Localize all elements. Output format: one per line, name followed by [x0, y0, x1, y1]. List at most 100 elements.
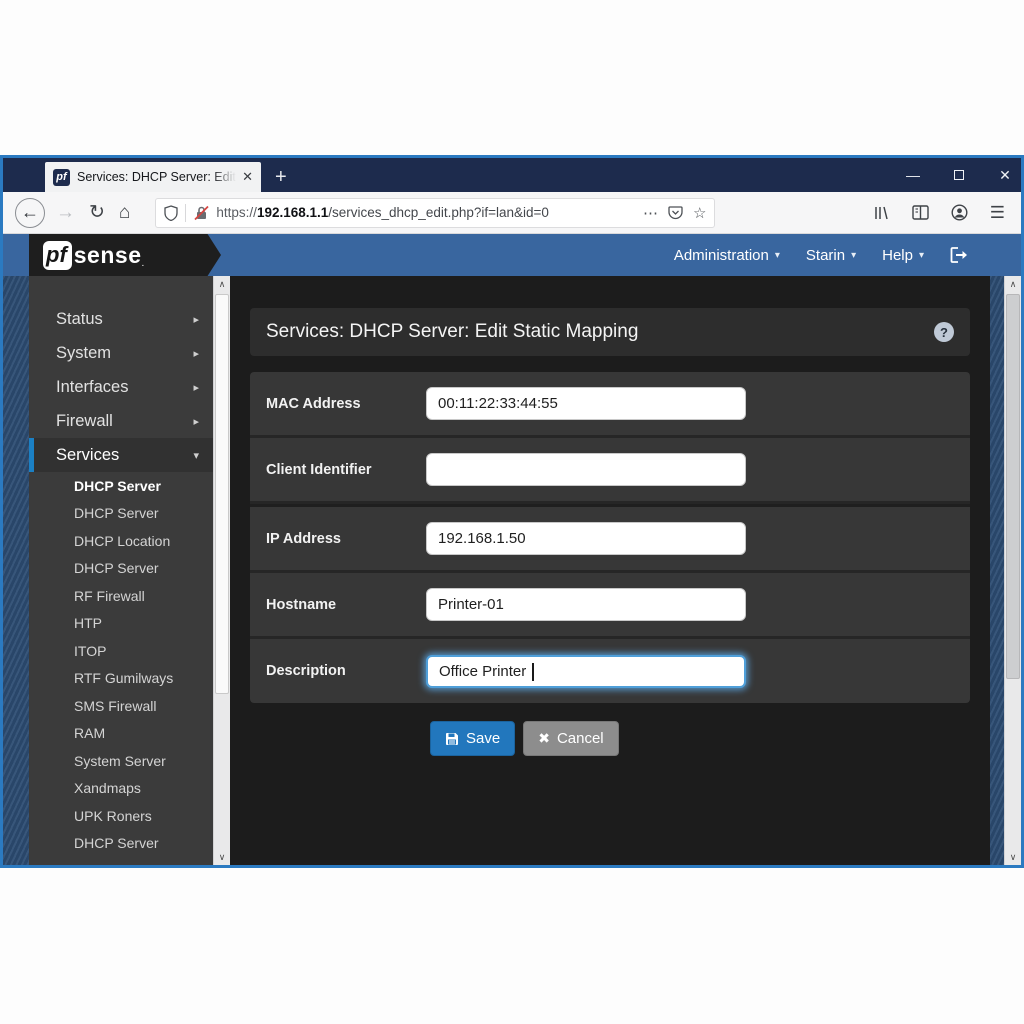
client-identifier-input[interactable] — [426, 453, 746, 486]
chevron-down-icon: ▾ — [851, 250, 856, 261]
mac-address-label: MAC Address — [266, 396, 426, 412]
pfsense-header: pf sense . Administration ▾ Starin ▾ Hel… — [3, 234, 1021, 276]
sidebar-item-interfaces[interactable]: Interfaces ▸ — [29, 370, 213, 404]
maximize-button[interactable] — [951, 167, 967, 183]
bookmark-star-icon[interactable]: ☆ — [693, 204, 706, 222]
tab-close-icon[interactable]: ✕ — [242, 169, 253, 185]
form-row-ip-address: IP Address — [250, 504, 970, 573]
form-row-client-identifier: Client Identifier — [250, 438, 970, 504]
hostname-label: Hostname — [266, 597, 426, 613]
pfsense-logo-pf: pf — [43, 241, 72, 270]
home-button[interactable]: ⌂ — [119, 203, 130, 222]
ip-address-input[interactable] — [426, 522, 746, 555]
shield-icon[interactable] — [164, 205, 178, 221]
sidebar-item-status[interactable]: Status ▸ — [29, 302, 213, 336]
sidebar-item-label: Firewall — [56, 412, 113, 431]
logout-icon — [950, 247, 969, 263]
library-icon[interactable] — [874, 205, 890, 221]
cancel-button[interactable]: ✖ Cancel — [523, 721, 618, 756]
header-nav: Administration ▾ Starin ▾ Help ▾ — [674, 247, 969, 264]
sidebar-item-label: System — [56, 344, 111, 363]
account-icon[interactable] — [951, 204, 968, 221]
refresh-button[interactable]: ↻ — [89, 203, 105, 222]
page-background-left — [3, 276, 29, 865]
url-text[interactable]: https://192.168.1.1/services_dhcp_edit.p… — [216, 205, 633, 220]
client-identifier-label: Client Identifier — [266, 462, 426, 478]
help-icon[interactable]: ? — [934, 322, 954, 342]
form-row-hostname: Hostname — [250, 573, 970, 639]
pocket-icon[interactable] — [668, 205, 683, 220]
page-actions-icon[interactable]: ⋯ — [643, 204, 658, 222]
sidebar-subitem[interactable]: SMS Firewall — [29, 692, 213, 720]
page-title-panel: Services: DHCP Server: Edit Static Mappi… — [250, 308, 970, 356]
sidebar-subitem-label: SMS Firewall — [74, 698, 156, 714]
sidebar-subitem-label: DHCP Server — [74, 505, 159, 521]
tab-title: Services: DHCP Server: Edit S — [77, 170, 236, 184]
sidebar-item-services[interactable]: Services ▾ — [29, 438, 213, 472]
sidebar-subitem[interactable]: ITOP — [29, 637, 213, 665]
scrollbar-thumb[interactable] — [215, 294, 229, 694]
sidebar-subitem-label: DHCP Location — [74, 533, 170, 549]
forward-button[interactable]: → — [56, 203, 75, 222]
sidebar-item-label: Services — [56, 446, 119, 465]
sidebar-subitem[interactable]: DHCP Server — [29, 472, 213, 500]
ip-address-label: IP Address — [266, 531, 426, 547]
nav-administration-label: Administration — [674, 247, 769, 264]
url-scheme: https:// — [216, 205, 257, 220]
minimize-button[interactable]: — — [905, 167, 921, 183]
sidebar-subitem[interactable]: DHCP Location — [29, 527, 213, 555]
sidebar-subitem[interactable]: DHCP Server — [29, 500, 213, 528]
sidebar-item-firewall[interactable]: Firewall ▸ — [29, 404, 213, 438]
menu-icon[interactable]: ☰ — [990, 203, 1005, 223]
chevron-down-icon: ▾ — [919, 250, 924, 261]
back-button[interactable]: ← — [15, 198, 45, 228]
new-tab-button[interactable]: + — [275, 167, 287, 187]
sidebar-subitem-label: DHCP Server — [74, 478, 161, 494]
sidebar-subitem[interactable]: Xandmaps — [29, 775, 213, 803]
window-controls: — ✕ — [905, 158, 1013, 192]
sidebar-subitem[interactable]: System Server — [29, 747, 213, 775]
desktop-background: pf Services: DHCP Server: Edit S ✕ + — ✕… — [0, 0, 1024, 1024]
scrollbar-thumb[interactable] — [1006, 294, 1020, 679]
nav-help[interactable]: Help ▾ — [882, 247, 924, 264]
sidebar-scrollbar[interactable]: ∧ ∨ — [213, 276, 230, 865]
chevron-down-icon: ▾ — [193, 449, 199, 462]
sidebar-subitem[interactable]: RAM — [29, 720, 213, 748]
nav-user-menu[interactable]: Starin ▾ — [806, 247, 856, 264]
scroll-up-icon[interactable]: ∧ — [1005, 276, 1021, 292]
url-bar[interactable]: https://192.168.1.1/services_dhcp_edit.p… — [155, 198, 715, 228]
insecure-lock-icon[interactable] — [194, 205, 209, 221]
sidebar-subitem[interactable]: DHCP Server — [29, 555, 213, 583]
logout-button[interactable] — [950, 247, 969, 263]
sidebar-subitem[interactable]: UPK Roners — [29, 802, 213, 830]
chevron-right-icon: ▸ — [193, 415, 199, 428]
maximize-icon — [954, 170, 964, 180]
browser-tab-active[interactable]: pf Services: DHCP Server: Edit S ✕ — [45, 162, 261, 192]
url-path: /services_dhcp_edit.php?if=lan&id=0 — [328, 205, 549, 220]
close-window-button[interactable]: ✕ — [997, 167, 1013, 183]
browser-window: pf Services: DHCP Server: Edit S ✕ + — ✕… — [0, 155, 1024, 868]
sidebar-subitem[interactable]: RF Firewall — [29, 582, 213, 610]
sidebar-toggle-icon[interactable] — [912, 205, 929, 220]
pfsense-logo[interactable]: pf sense . — [29, 234, 221, 276]
sidebar-subitem[interactable]: DHCP Server — [29, 830, 213, 858]
save-button[interactable]: Save — [430, 721, 515, 756]
sidebar-subitem-label: UPK Roners — [74, 808, 152, 824]
sidebar-subitem[interactable]: RTF Gumilways — [29, 665, 213, 693]
description-input[interactable] — [426, 655, 746, 688]
form-row-mac-address: MAC Address — [250, 372, 970, 438]
sidebar-item-system[interactable]: System ▸ — [29, 336, 213, 370]
sidebar-subitem[interactable]: HTP — [29, 610, 213, 638]
scroll-down-icon[interactable]: ∨ — [1005, 849, 1021, 865]
scroll-down-icon[interactable]: ∨ — [214, 849, 230, 865]
form-actions: Save ✖ Cancel — [430, 721, 970, 756]
hostname-input[interactable] — [426, 588, 746, 621]
nav-administration[interactable]: Administration ▾ — [674, 247, 780, 264]
sidebar-item-label: Status — [56, 310, 103, 329]
chevron-right-icon: ▸ — [193, 381, 199, 394]
mac-address-input[interactable] — [426, 387, 746, 420]
page-scrollbar[interactable]: ∧ ∨ — [1004, 276, 1021, 865]
cancel-button-label: Cancel — [557, 730, 604, 747]
browser-nav-toolbar: ← → ↻ ⌂ https://192.168.1.1/services_dhc… — [3, 192, 1021, 234]
scroll-up-icon[interactable]: ∧ — [214, 276, 230, 292]
